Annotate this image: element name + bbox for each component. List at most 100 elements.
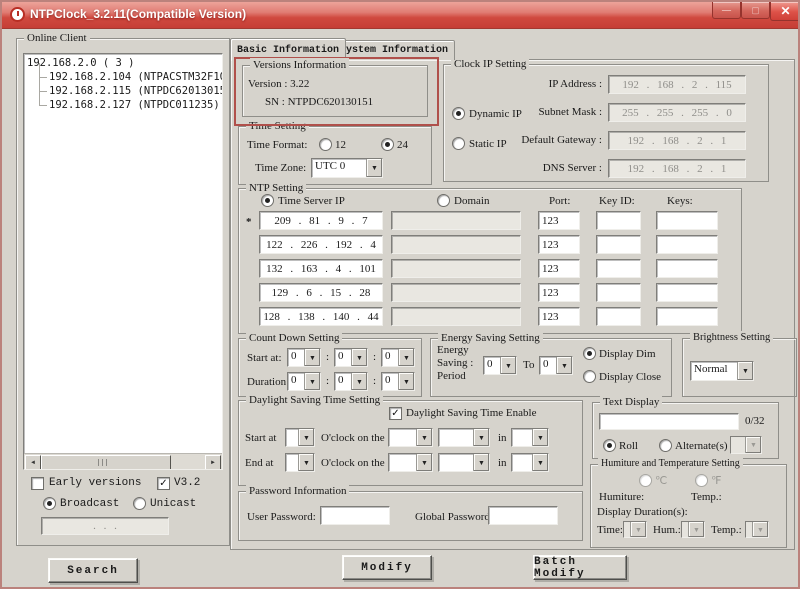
- tree-root-item[interactable]: 192.168.2.0 ( 3 ): [27, 56, 222, 70]
- countdown-duration-hour-select[interactable]: 0▼: [287, 372, 321, 391]
- scroll-left-icon[interactable]: ◄: [25, 455, 41, 470]
- dst-end-day-select[interactable]: ▼: [438, 453, 490, 472]
- minimize-button[interactable]: —: [712, 2, 741, 19]
- display-close-radio[interactable]: [583, 370, 596, 383]
- ntp-keys-field-5[interactable]: [656, 307, 718, 326]
- dropdown-arrow-icon[interactable]: ▼: [398, 373, 414, 390]
- format-24-radio[interactable]: [381, 138, 394, 151]
- dst-end-week-select[interactable]: ▼: [388, 453, 433, 472]
- dropdown-arrow-icon[interactable]: ▼: [556, 357, 572, 374]
- ntp-port-field-4[interactable]: 123: [538, 283, 580, 302]
- ntp-port-field-3[interactable]: 123: [538, 259, 580, 278]
- user-password-input[interactable]: [320, 506, 390, 525]
- ntp-keys-field-2[interactable]: [656, 235, 718, 254]
- horizontal-scrollbar[interactable]: ◄ ►: [24, 453, 222, 469]
- dropdown-arrow-icon[interactable]: ▼: [351, 349, 367, 366]
- dst-start-hour-select[interactable]: ▼: [285, 428, 315, 447]
- energy-label-line3: Period: [437, 370, 466, 383]
- ntp-keyid-field-5[interactable]: [596, 307, 641, 326]
- dropdown-arrow-icon[interactable]: ▼: [473, 454, 489, 471]
- dropdown-arrow-icon[interactable]: ▼: [304, 349, 320, 366]
- time-zone-select[interactable]: UTC 0 ▼: [311, 158, 383, 178]
- tree-client-item[interactable]: 192.168.2.115 (NTPDC620130151): [35, 84, 222, 98]
- celsius-radio: [639, 474, 652, 487]
- v32-checkbox[interactable]: ✓: [157, 477, 170, 490]
- oclock-label: O'clock on the: [321, 457, 385, 470]
- domain-radio[interactable]: [437, 194, 450, 207]
- ntp-ip-field-1[interactable]: 209 . 81 . 9 . 7: [259, 211, 383, 230]
- dropdown-arrow-icon[interactable]: ▼: [304, 373, 320, 390]
- dropdown-arrow-icon[interactable]: ▼: [366, 159, 382, 177]
- global-password-label: Global Password:: [415, 511, 493, 524]
- ntp-keyid-field-1[interactable]: [596, 211, 641, 230]
- format-12-radio[interactable]: [319, 138, 332, 151]
- unicast-radio[interactable]: [133, 497, 146, 510]
- dropdown-arrow-icon[interactable]: ▼: [532, 429, 548, 446]
- dropdown-arrow-icon[interactable]: ▼: [416, 429, 432, 446]
- ntp-keyid-field-2[interactable]: [596, 235, 641, 254]
- dropdown-arrow-icon[interactable]: ▼: [298, 454, 314, 471]
- ntp-keys-field-3[interactable]: [656, 259, 718, 278]
- dropdown-arrow-icon[interactable]: ▼: [737, 362, 753, 380]
- roll-radio[interactable]: [603, 439, 616, 452]
- energy-from-select[interactable]: 0▼: [483, 356, 517, 375]
- ntp-keyid-field-3[interactable]: [596, 259, 641, 278]
- ntp-ip-field-3[interactable]: 132 . 163 . 4 . 101: [259, 259, 383, 278]
- dropdown-arrow-icon[interactable]: ▼: [416, 454, 432, 471]
- dropdown-arrow-icon[interactable]: ▼: [298, 429, 314, 446]
- dropdown-arrow-icon: ▼: [688, 522, 704, 537]
- domain-label: Domain: [454, 195, 489, 208]
- global-password-input[interactable]: [488, 506, 558, 525]
- display-text-input[interactable]: [599, 413, 739, 430]
- early-versions-checkbox[interactable]: [31, 477, 44, 490]
- dst-end-month-select[interactable]: ▼: [511, 453, 549, 472]
- alternate-seconds-select: ▼: [730, 436, 762, 454]
- keys-header: Keys:: [667, 195, 693, 208]
- energy-to-select[interactable]: 0▼: [539, 356, 573, 375]
- dst-start-week-select[interactable]: ▼: [388, 428, 433, 447]
- maximize-button[interactable]: ▢: [741, 2, 770, 19]
- countdown-duration-second-select[interactable]: 0▼: [381, 372, 415, 391]
- dropdown-arrow-icon[interactable]: ▼: [398, 349, 414, 366]
- celsius-label: ℃: [655, 475, 667, 488]
- display-dim-radio[interactable]: [583, 347, 596, 360]
- dst-start-month-select[interactable]: ▼: [511, 428, 549, 447]
- countdown-start-second-select[interactable]: 0▼: [381, 348, 415, 367]
- countdown-duration-minute-select[interactable]: 0▼: [334, 372, 368, 391]
- ntp-ip-field-4[interactable]: 129 . 6 . 15 . 28: [259, 283, 383, 302]
- countdown-start-minute-select[interactable]: 0▼: [334, 348, 368, 367]
- ntp-keyid-field-4[interactable]: [596, 283, 641, 302]
- ntp-keys-field-4[interactable]: [656, 283, 718, 302]
- to-label: To: [523, 359, 534, 372]
- dst-start-day-select[interactable]: ▼: [438, 428, 490, 447]
- colon-separator: :: [373, 351, 376, 364]
- tree-client-item[interactable]: 192.168.2.104 (NTPACSTM32F1070(: [35, 70, 222, 84]
- ntp-ip-field-5[interactable]: 128 . 138 . 140 . 44: [259, 307, 383, 326]
- ntp-ip-field-2[interactable]: 122 . 226 . 192 . 4: [259, 235, 383, 254]
- dropdown-arrow-icon[interactable]: ▼: [351, 373, 367, 390]
- search-button[interactable]: Search: [48, 558, 138, 583]
- scrollbar-thumb[interactable]: [41, 455, 171, 470]
- daylight-enable-checkbox[interactable]: ✓: [389, 407, 402, 420]
- brightness-legend: Brightness Setting: [690, 331, 773, 345]
- ntp-keys-field-1[interactable]: [656, 211, 718, 230]
- ntp-port-field-5[interactable]: 123: [538, 307, 580, 326]
- tree-client-item[interactable]: 192.168.2.127 (NTPDC011235): [35, 98, 222, 112]
- countdown-start-hour-select[interactable]: 0▼: [287, 348, 321, 367]
- unicast-label: Unicast: [150, 498, 196, 511]
- batch-modify-button[interactable]: Batch Modify: [533, 555, 627, 580]
- time-duration-label: Time:: [597, 524, 623, 537]
- dropdown-arrow-icon[interactable]: ▼: [532, 454, 548, 471]
- dropdown-arrow-icon[interactable]: ▼: [473, 429, 489, 446]
- brightness-select[interactable]: Normal▼: [690, 361, 754, 381]
- ntp-port-field-2[interactable]: 123: [538, 235, 580, 254]
- broadcast-radio[interactable]: [43, 497, 56, 510]
- dropdown-arrow-icon[interactable]: ▼: [500, 357, 516, 374]
- alternate-radio[interactable]: [659, 439, 672, 452]
- ntp-port-field-1[interactable]: 123: [538, 211, 580, 230]
- time-server-ip-radio[interactable]: [261, 194, 274, 207]
- modify-button[interactable]: Modify: [342, 555, 432, 580]
- dst-end-hour-select[interactable]: ▼: [285, 453, 315, 472]
- close-button[interactable]: ✕: [770, 2, 800, 21]
- scroll-right-icon[interactable]: ►: [205, 455, 221, 470]
